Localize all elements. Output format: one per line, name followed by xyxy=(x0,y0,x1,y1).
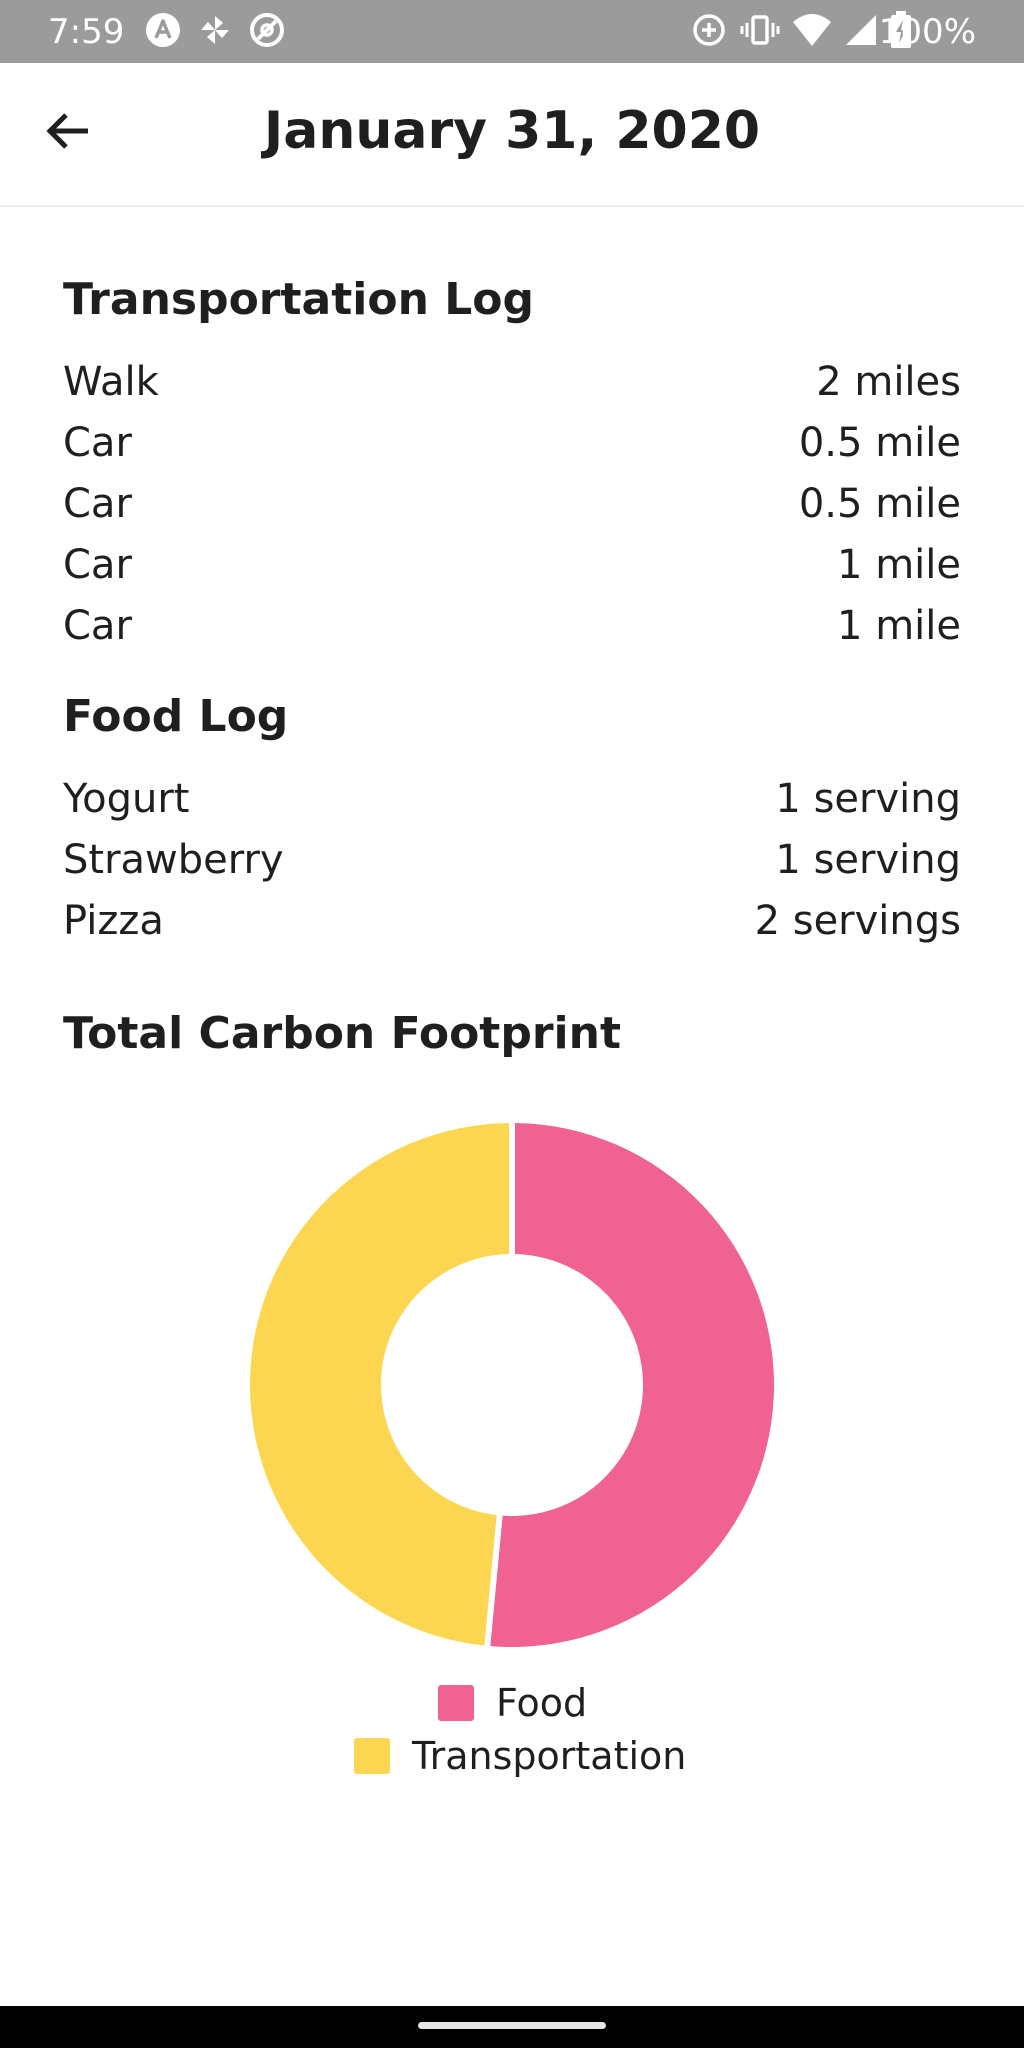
log-item-value: 0.5 mile xyxy=(798,420,961,466)
legend-label-food: Food xyxy=(496,1681,588,1725)
pinwheel-icon xyxy=(196,11,234,53)
legend-swatch-transportation xyxy=(354,1738,390,1774)
food-log-section: Food Log Yogurt 1 serving Strawberry 1 s… xyxy=(63,687,961,952)
status-left-icons xyxy=(144,12,286,52)
status-bar: 7:59 100% xyxy=(0,0,1024,63)
log-item-value: 0.5 mile xyxy=(798,481,961,527)
log-item-label: Car xyxy=(63,420,132,466)
list-item: Strawberry 1 serving xyxy=(63,830,961,891)
battery-percentage: 100% xyxy=(878,12,976,52)
list-item: Yogurt 1 serving xyxy=(63,769,961,830)
legend-swatch-food xyxy=(438,1685,474,1721)
log-item-label: Pizza xyxy=(63,898,164,944)
log-item-label: Walk xyxy=(63,359,159,405)
main-content: Transportation Log Walk 2 miles Car 0.5 … xyxy=(63,270,961,1064)
donut-slice-food[interactable] xyxy=(490,1123,774,1647)
log-item-label: Car xyxy=(63,481,132,527)
status-time: 7:59 xyxy=(48,12,125,52)
log-item-value: 1 serving xyxy=(775,837,961,883)
data-saver-icon xyxy=(690,11,728,53)
log-item-label: Car xyxy=(63,542,132,588)
a-app-icon xyxy=(144,11,182,53)
legend-label-transportation: Transportation xyxy=(412,1734,687,1778)
wifi-icon xyxy=(792,12,832,52)
log-item-value: 2 miles xyxy=(816,359,961,405)
legend-item-food[interactable]: Food xyxy=(438,1678,587,1728)
log-item-value: 1 mile xyxy=(837,542,961,588)
legend-item-transportation[interactable]: Transportation xyxy=(354,1731,686,1781)
food-log-list: Yogurt 1 serving Strawberry 1 serving Pi… xyxy=(63,769,961,952)
log-item-label: Yogurt xyxy=(63,776,190,822)
donut-slice-transportation[interactable] xyxy=(249,1123,510,1646)
transportation-log-heading: Transportation Log xyxy=(63,274,534,325)
page-title: January 31, 2020 xyxy=(263,101,761,161)
log-item-label: Car xyxy=(63,603,132,649)
app-bar: January 31, 2020 xyxy=(0,63,1024,207)
list-item: Car 1 mile xyxy=(63,596,961,657)
list-item: Car 1 mile xyxy=(63,535,961,596)
log-item-value: 1 serving xyxy=(775,776,961,822)
system-nav-bar xyxy=(0,2006,1024,2048)
log-item-value: 1 mile xyxy=(837,603,961,649)
carbon-footprint-chart xyxy=(0,1110,1024,1670)
list-item: Car 0.5 mile xyxy=(63,474,961,535)
food-log-heading: Food Log xyxy=(63,691,289,742)
total-carbon-section: Total Carbon Footprint xyxy=(63,1004,961,1064)
vibrate-icon xyxy=(740,11,780,53)
log-item-label: Strawberry xyxy=(63,837,284,883)
list-item: Car 0.5 mile xyxy=(63,413,961,474)
log-item-value: 2 servings xyxy=(754,898,961,944)
transportation-log-section: Transportation Log Walk 2 miles Car 0.5 … xyxy=(63,270,961,657)
list-item: Walk 2 miles xyxy=(63,352,961,413)
transportation-log-list: Walk 2 miles Car 0.5 mile Car 0.5 mile C… xyxy=(63,352,961,657)
total-carbon-heading: Total Carbon Footprint xyxy=(63,1008,621,1059)
signal-icon xyxy=(844,13,878,51)
at-sync-icon xyxy=(248,11,286,53)
list-item: Pizza 2 servings xyxy=(63,891,961,952)
donut-chart-svg xyxy=(249,1123,774,1647)
home-gesture-pill[interactable] xyxy=(418,2022,606,2029)
